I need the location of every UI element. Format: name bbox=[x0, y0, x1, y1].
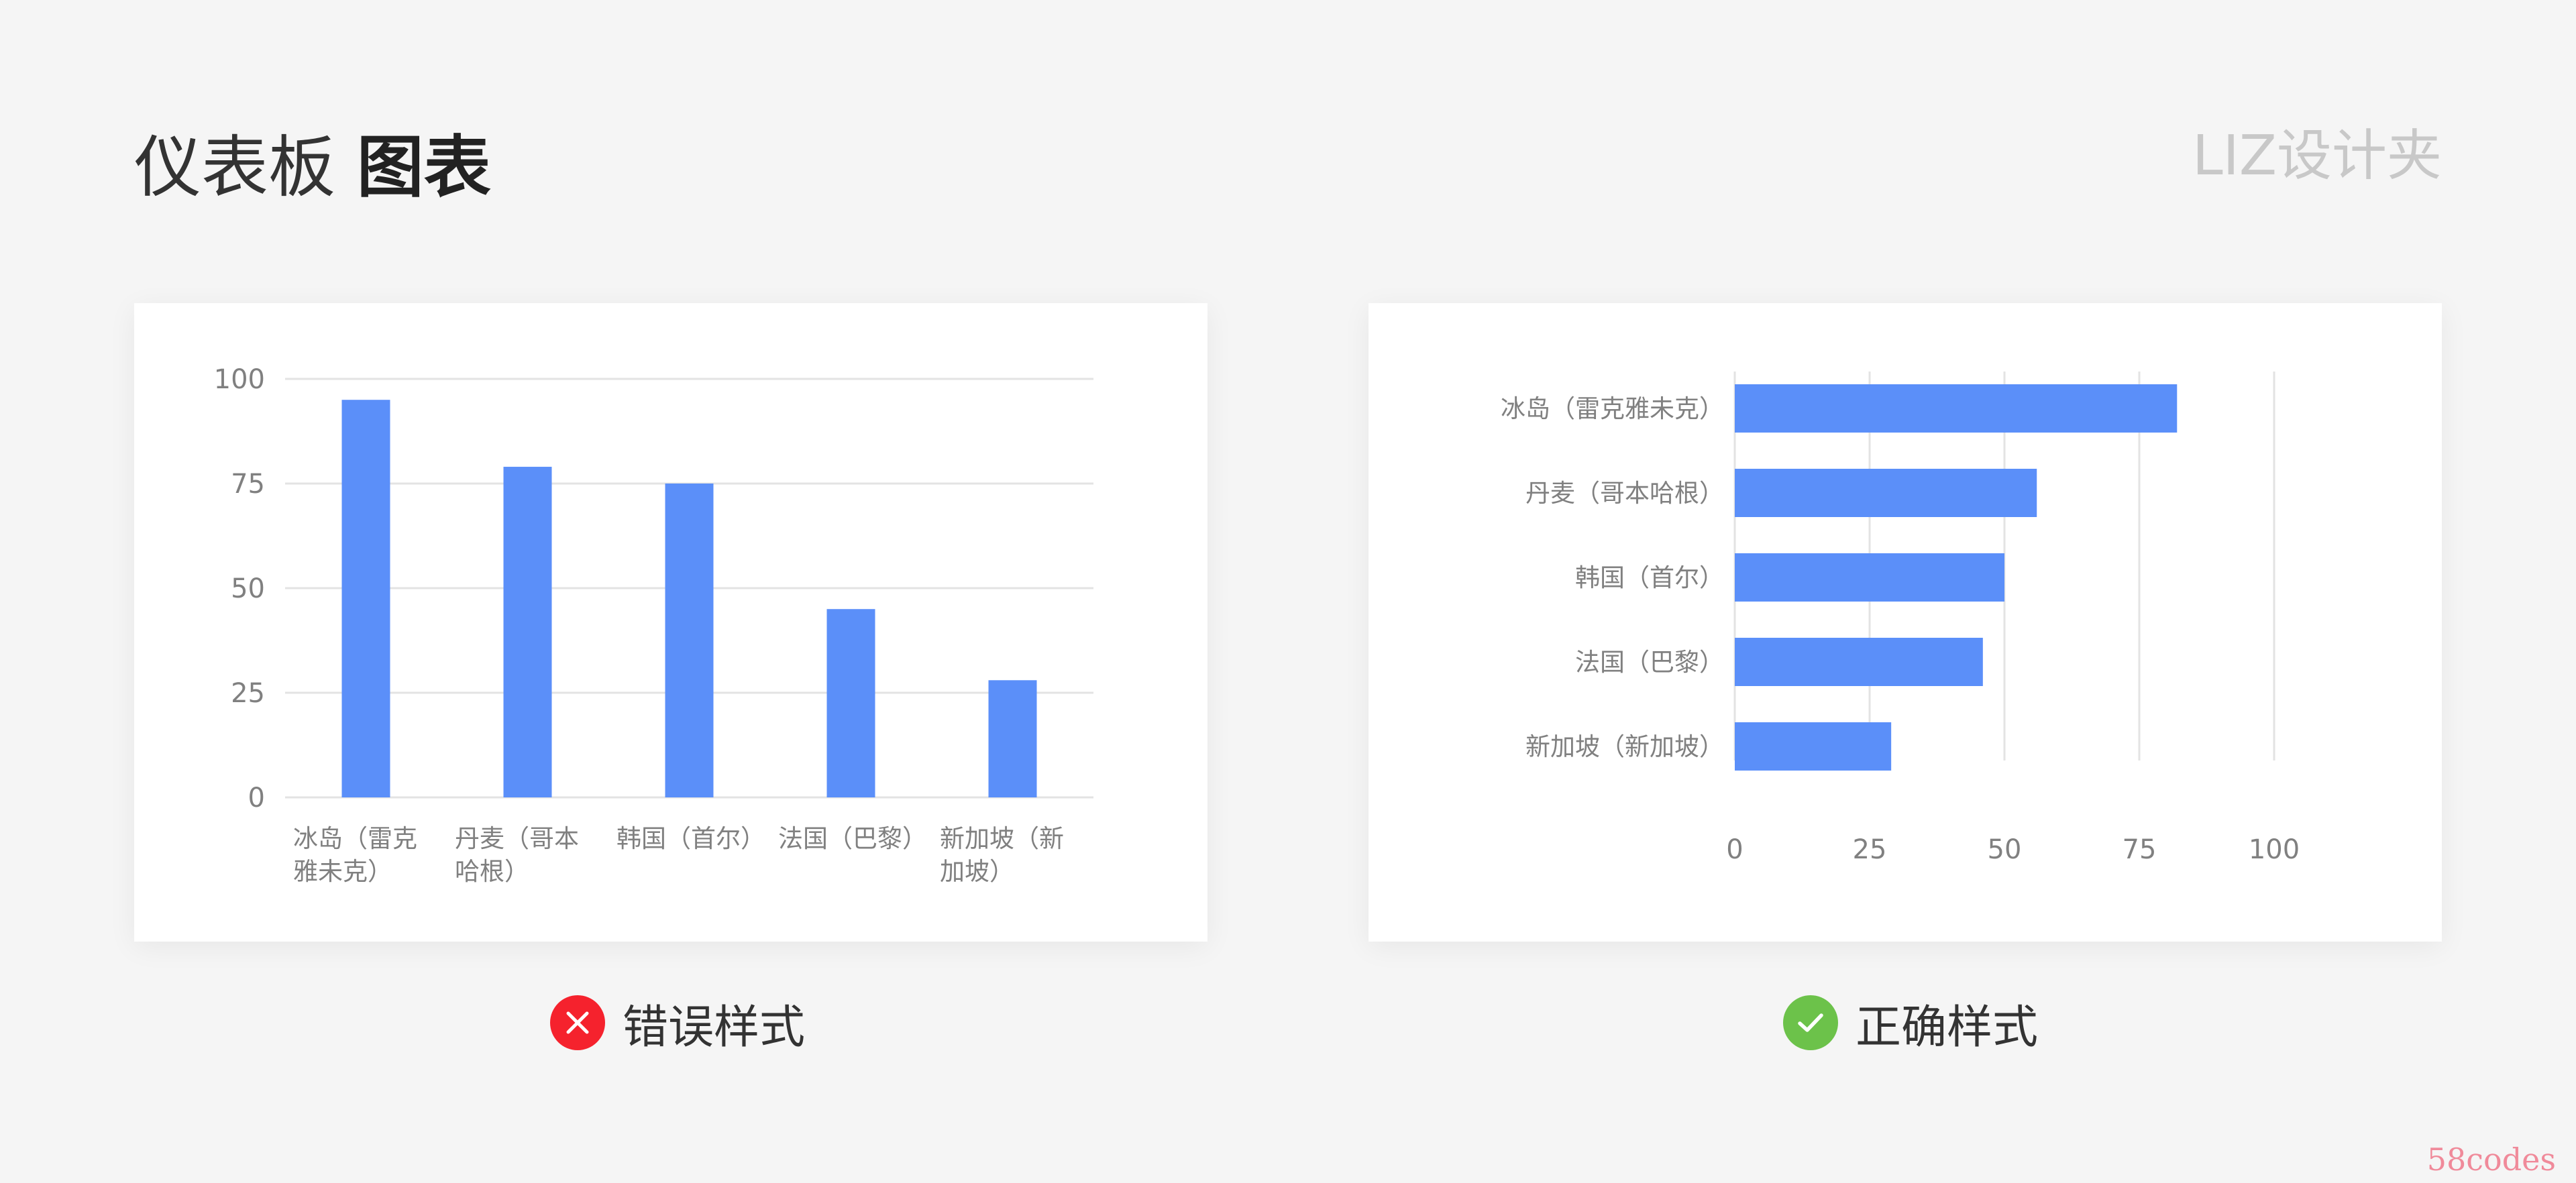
y-tick-label: 法国（巴黎） bbox=[1575, 648, 1724, 677]
wrong-example-card: 0 25 50 75 100 冰岛（雷克雅未克） 丹麦（哥本哈根） 韩国（首尔） 法国（巴黎） 新… bbox=[134, 303, 1208, 942]
x-tick-label-line: 雅未克） bbox=[293, 857, 392, 886]
bar bbox=[665, 484, 714, 797]
page-title-regular: 仪表板 bbox=[134, 128, 335, 207]
page-title: 仪表板 图表 bbox=[134, 121, 491, 215]
x-tick-label: 韩国（首尔） bbox=[616, 824, 765, 853]
bar bbox=[1735, 469, 2037, 517]
watermark: 58codes bbox=[2426, 1141, 2556, 1178]
y-tick-label: 100 bbox=[214, 364, 265, 395]
x-tick-label: 25 bbox=[1853, 834, 1887, 865]
y-tick-label: 75 bbox=[231, 469, 265, 500]
correct-example-card: 0 25 50 75 100 冰岛（雷克雅未克） 丹麦（哥本哈根） 韩国（首尔） 法国（巴黎） 新… bbox=[1368, 303, 2442, 942]
bar bbox=[341, 400, 390, 797]
x-tick-label-line: 哈根） bbox=[455, 857, 529, 886]
y-tick-label: 新加坡（新加坡） bbox=[1525, 732, 1724, 761]
x-tick-label: 新加坡（新加坡） bbox=[940, 824, 1064, 886]
bar bbox=[1735, 384, 2178, 433]
page-title-bold: 图表 bbox=[356, 128, 491, 207]
x-tick-label: 75 bbox=[2123, 834, 2157, 865]
x-tick-label: 冰岛（雷克雅未克） bbox=[293, 824, 417, 886]
bar bbox=[1735, 553, 2004, 602]
x-tick-label: 100 bbox=[2249, 834, 2300, 865]
x-tick-label-line: 加坡） bbox=[940, 857, 1014, 886]
check-icon bbox=[1783, 995, 1838, 1050]
x-tick-label-line: 韩国（首尔） bbox=[616, 824, 765, 853]
horizontal-bar-chart: 0 25 50 75 100 冰岛（雷克雅未克） 丹麦（哥本哈根） 韩国（首尔） 法国（巴黎） 新… bbox=[1501, 372, 2300, 865]
bar bbox=[826, 609, 875, 797]
brand-logo-text: LIZ设计夹 bbox=[2192, 124, 2442, 188]
correct-style-label: 正确样式 bbox=[1856, 1001, 2039, 1054]
y-tick-label: 冰岛（雷克雅未克） bbox=[1501, 394, 1724, 423]
wrong-style-caption: 错误样式 bbox=[550, 993, 806, 1054]
bar bbox=[988, 680, 1037, 797]
x-tick-label: 法国（巴黎） bbox=[778, 824, 927, 853]
y-tick-label: 50 bbox=[231, 573, 265, 604]
x-tick-label-line: 丹麦（哥本 bbox=[455, 824, 579, 853]
correct-style-caption: 正确样式 bbox=[1783, 993, 2039, 1054]
x-tick-label-line: 新加坡（新 bbox=[940, 824, 1064, 853]
y-tick-label: 丹麦（哥本哈根） bbox=[1525, 479, 1724, 508]
close-icon bbox=[550, 995, 605, 1050]
x-tick-label-line: 法国（巴黎） bbox=[778, 824, 927, 853]
x-tick-label: 50 bbox=[1988, 834, 2022, 865]
vertical-bar-chart: 0 25 50 75 100 冰岛（雷克雅未克） 丹麦（哥本哈根） 韩国（首尔） 法国（巴黎） 新… bbox=[214, 364, 1093, 886]
bar bbox=[503, 467, 552, 797]
y-tick-label: 25 bbox=[231, 678, 265, 709]
bar bbox=[1735, 722, 1892, 771]
x-tick-label: 0 bbox=[1726, 834, 1743, 865]
y-tick-label: 韩国（首尔） bbox=[1575, 563, 1724, 592]
wrong-style-label: 错误样式 bbox=[623, 1001, 806, 1054]
y-tick-label: 0 bbox=[248, 783, 265, 813]
x-tick-label-line: 冰岛（雷克 bbox=[293, 824, 417, 853]
x-tick-label: 丹麦（哥本哈根） bbox=[455, 824, 579, 886]
bar bbox=[1735, 638, 1983, 686]
